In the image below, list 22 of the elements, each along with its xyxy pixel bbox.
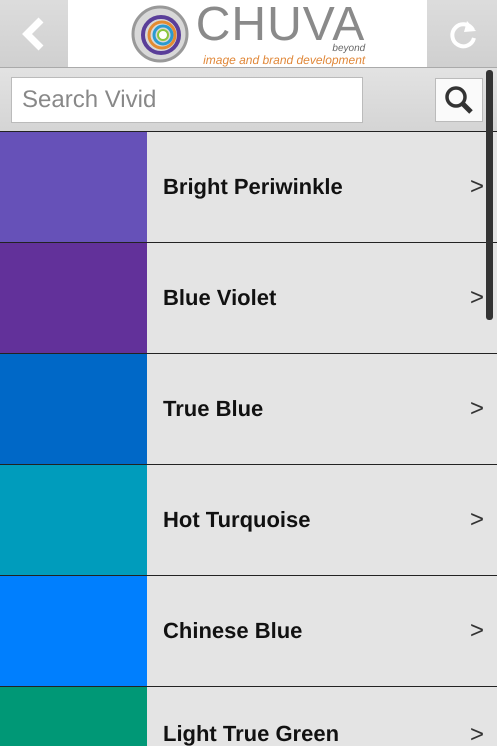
color-name: True Blue [162, 395, 264, 423]
color-name: Bright Periwinkle [162, 173, 344, 201]
chevron-icon: > [457, 243, 497, 353]
chevron-icon: > [457, 576, 497, 686]
chevron-icon: > [457, 354, 497, 464]
color-name: Blue Violet [162, 284, 278, 312]
color-list-item[interactable]: Hot Turquoise > [0, 465, 497, 576]
color-list-item[interactable]: Bright Periwinkle > [0, 132, 497, 243]
color-list-item[interactable]: Chinese Blue > [0, 576, 497, 687]
chevron-icon: > [457, 687, 497, 746]
search-button[interactable] [435, 78, 483, 122]
color-list-item[interactable]: Blue Violet > [0, 243, 497, 354]
color-list-item[interactable]: True Blue > [0, 354, 497, 465]
search-field[interactable]: Search Vivid [11, 76, 363, 122]
swirl-logo-icon [130, 4, 190, 64]
chevron-icon: > [457, 465, 497, 575]
chevron-icon: > [457, 132, 497, 242]
color-name: Chinese Blue [162, 617, 304, 645]
logo-tagline: image and brand development [203, 54, 366, 66]
color-name: Hot Turquoise [162, 506, 312, 534]
search-icon [444, 84, 474, 114]
color-name: Light True Green [162, 720, 340, 746]
